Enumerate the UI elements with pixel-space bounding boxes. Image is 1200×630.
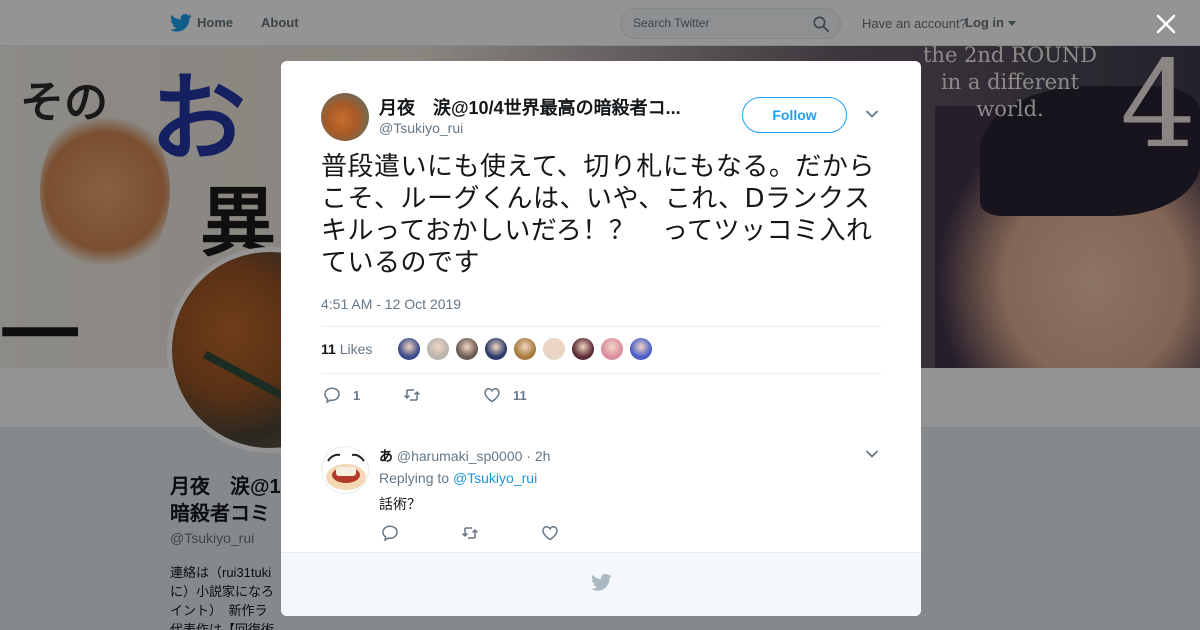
follow-button[interactable]: Follow [742,97,847,133]
retweet-button[interactable] [403,386,433,404]
heart-icon[interactable] [541,524,559,542]
liker-avatar[interactable] [397,337,421,361]
liker-avatar[interactable] [426,337,450,361]
reply-avatar-art [326,453,366,490]
retweet-icon[interactable] [461,524,479,542]
divider [321,326,881,327]
tweet-timestamp[interactable]: 4:51 AM - 12 Oct 2019 [321,296,461,312]
reply-author-avatar[interactable] [321,446,369,494]
reply-author-name[interactable]: あ [379,448,393,464]
liker-avatar[interactable] [629,337,653,361]
liker-avatar[interactable] [600,337,624,361]
reply-icon [324,387,340,404]
tweet-author-handle[interactable]: @Tsukiyo_rui [379,120,463,136]
chevron-down-icon[interactable] [865,449,879,459]
divider [321,373,881,374]
reply-time[interactable]: 2h [535,448,551,464]
reply-author-handle[interactable]: @harumaki_sp0000 [397,448,523,464]
reply-icon[interactable] [381,524,399,542]
tweet-modal: 月夜 涙@10/4世界最高の暗殺者コ... @Tsukiyo_rui Follo… [281,61,921,616]
likes-label: Likes [339,341,373,357]
liker-avatar[interactable] [542,337,566,361]
heart-icon [484,388,500,403]
likes-count: 11 [321,341,336,357]
liker-avatar[interactable] [484,337,508,361]
tweet-text: 普段遣いにも使えて、切り札にもなる。だからこそ、ルーグくんは、いや、これ、Dラン… [321,152,875,278]
twitter-bird-icon[interactable] [591,573,612,592]
reply-button[interactable]: 1 [323,386,360,404]
liker-avatar[interactable] [571,337,595,361]
reply-count: 1 [353,387,361,403]
reply-text: 話術？ [379,496,421,512]
modal-footer [281,552,921,616]
reply-header: あ @harumaki_sp0000 · 2h [379,446,550,466]
replying-prefix: Replying to [379,470,450,486]
liker-avatar[interactable] [513,337,537,361]
likes-stat[interactable]: 11 Likes [321,341,372,357]
tweet-author-avatar[interactable] [321,93,369,141]
tweet-author-name[interactable]: 月夜 涙@10/4世界最高の暗殺者コ... [379,94,699,120]
like-count: 11 [513,387,527,403]
chevron-down-icon[interactable] [865,109,879,119]
retweet-icon [403,389,421,401]
reply-separator: · [526,448,531,464]
liker-avatar[interactable] [455,337,479,361]
close-icon[interactable] [1155,13,1177,35]
replying-to-line: Replying to @Tsukiyo_rui [379,470,537,486]
like-button[interactable]: 11 [483,386,527,404]
replying-to-link[interactable]: @Tsukiyo_rui [453,470,537,486]
